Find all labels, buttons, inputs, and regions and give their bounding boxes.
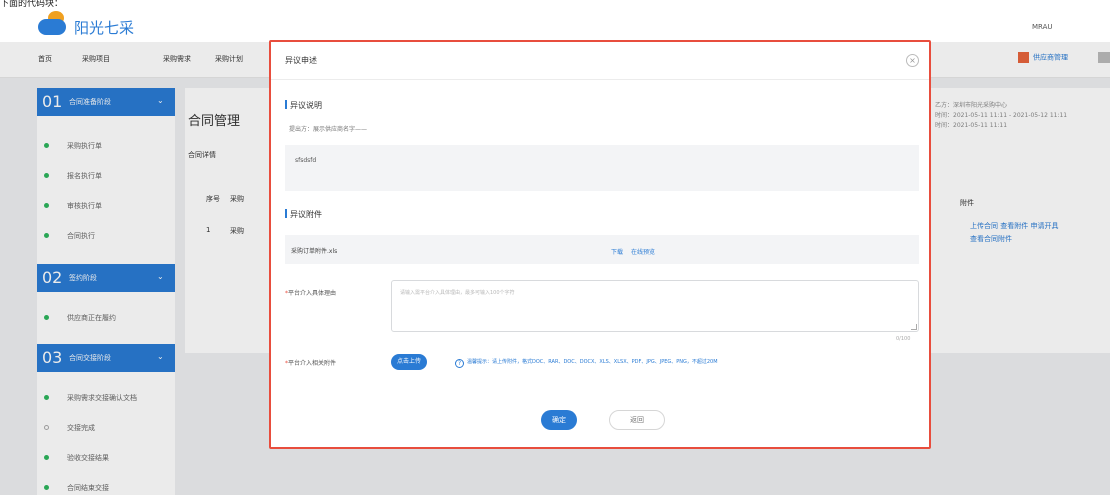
user-name[interactable]: MRAU <box>1032 23 1053 31</box>
resize-handle-icon[interactable] <box>911 324 917 330</box>
brand-name: 阳光七采 <box>74 19 135 37</box>
logo-icon <box>36 11 68 37</box>
reason-box: sfsdsfd <box>285 145 919 191</box>
applicant-text: 提出方：展示供应商名字—— <box>289 126 368 133</box>
upload-button[interactable]: 点击上传 <box>391 354 427 370</box>
caption-text: 下面的代码块： <box>0 0 64 8</box>
question-icon: ? <box>455 359 464 368</box>
dialog-header: 异议申述 × <box>271 42 929 80</box>
preview-link[interactable]: 在线预览 <box>631 247 655 256</box>
reason-field-label: *平台介入具体理由 <box>285 290 337 297</box>
download-link[interactable]: 下载 <box>611 247 623 256</box>
section-title-attachment: 异议附件 <box>285 209 322 220</box>
back-button[interactable]: 返回 <box>609 410 665 430</box>
objection-dialog: 异议申述 × 异议说明 提出方：展示供应商名字—— sfsdsfd 异议附件 采… <box>269 40 931 449</box>
reason-textarea[interactable]: 请输入需平台介入具体理由，最多可输入100个字符 <box>391 280 919 332</box>
section-title-reason: 异议说明 <box>285 100 322 111</box>
upload-field-label: *平台介入相关附件 <box>285 360 337 367</box>
close-icon[interactable]: × <box>906 54 919 67</box>
confirm-button[interactable]: 确定 <box>541 410 577 430</box>
textarea-placeholder: 请输入需平台介入具体理由，最多可输入100个字符 <box>400 290 515 296</box>
attachment-row: 采购订单附件.xls 下载 在线预览 <box>285 235 919 264</box>
file-name: 采购订单附件.xls <box>291 248 338 255</box>
char-counter: 0/100 <box>896 336 911 342</box>
dialog-title: 异议申述 <box>285 56 317 65</box>
upload-hint: ? 温馨提示：请上传附件，格式DOC、RAR、DOC、DOCX、XLS、XLSX、… <box>455 358 718 368</box>
app-header: 阳光七采 MRAU <box>0 8 1110 42</box>
reason-text: sfsdsfd <box>295 157 317 164</box>
